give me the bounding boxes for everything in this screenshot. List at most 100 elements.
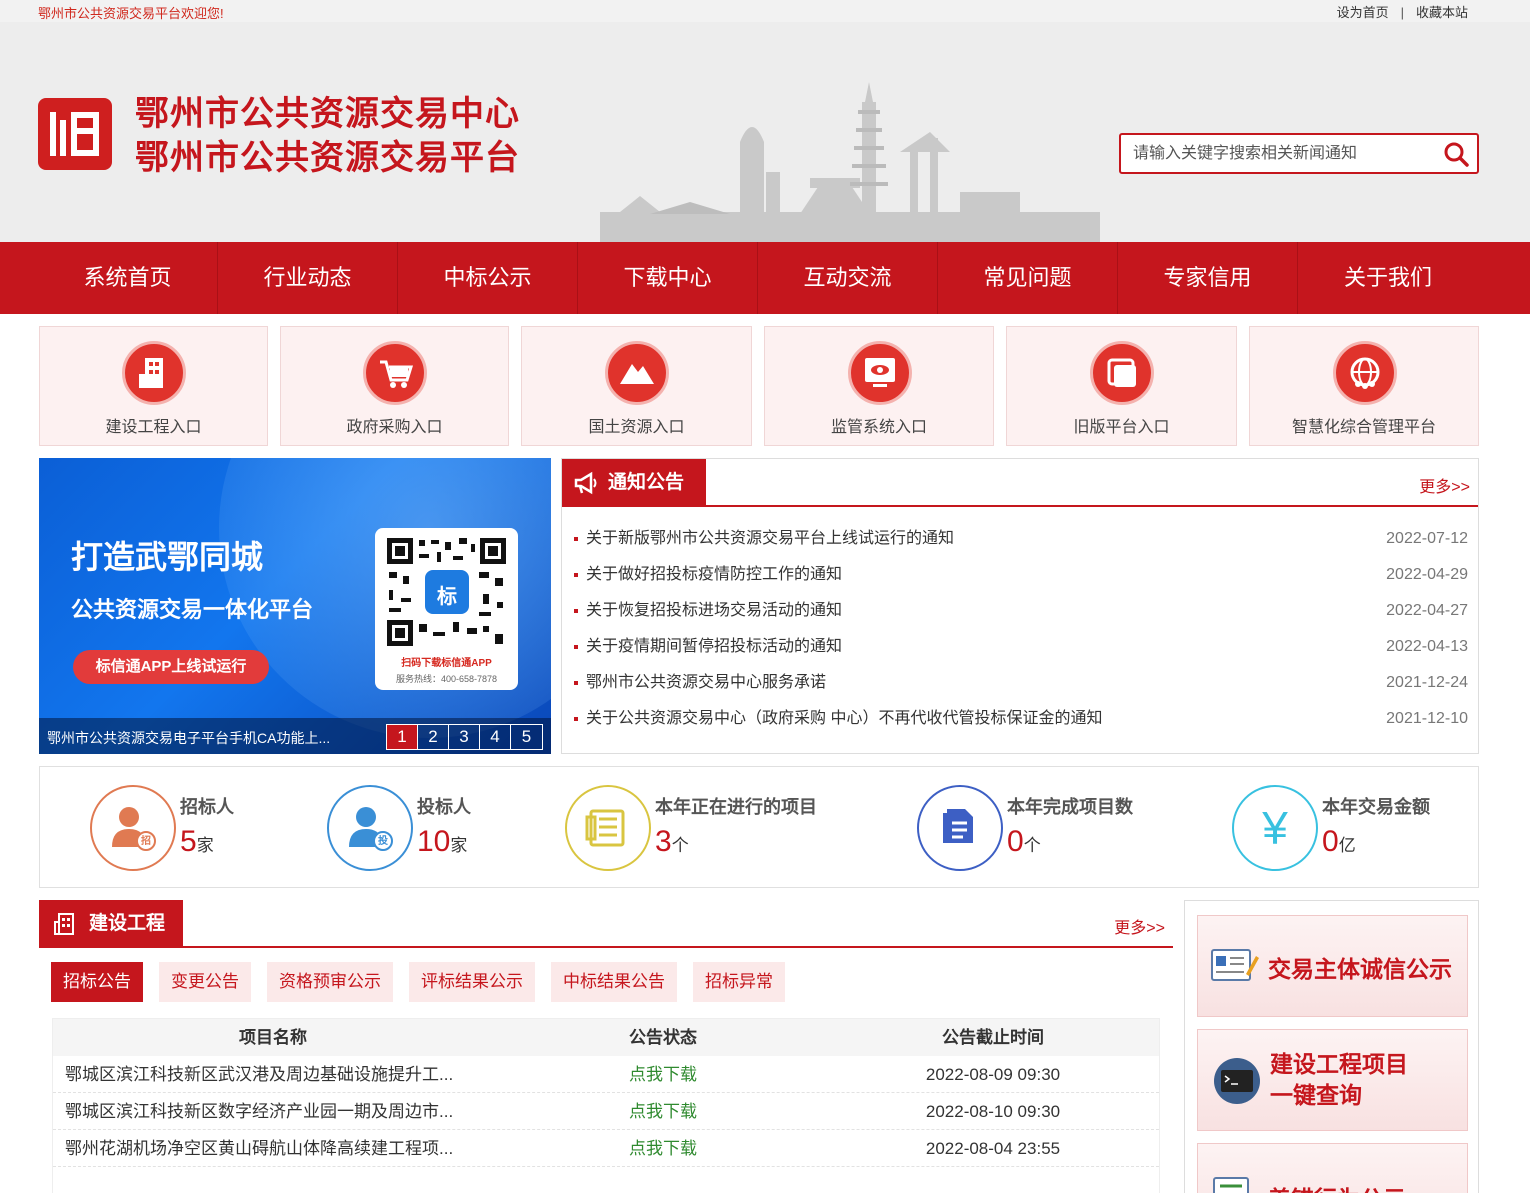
notice-item-title[interactable]: 关于做好招投标疫情防控工作的通知 bbox=[586, 566, 842, 583]
list-item[interactable]: 关于公共资源交易中心（政府采购 中心）不再代收代管投标保证金的通知 2021-12… bbox=[572, 701, 1468, 737]
banner-subline: 公共资源交易一体化平台 bbox=[71, 598, 314, 623]
nav-item-about[interactable]: 关于我们 bbox=[1298, 242, 1478, 314]
side-credit-publicity[interactable]: 交易主体诚信公示 bbox=[1197, 915, 1468, 1017]
entry-label: 智慧化综合管理平台 bbox=[1291, 419, 1436, 436]
stat-number: 0 bbox=[1322, 825, 1339, 858]
download-link[interactable]: 点我下载 bbox=[573, 1093, 753, 1130]
construction-title: 建设工程 bbox=[89, 913, 166, 934]
nav-item-faq[interactable]: 常见问题 bbox=[938, 242, 1118, 314]
entry-label: 监管系统入口 bbox=[830, 419, 927, 436]
notice-panel: 通知公告 更多>> 关于新版鄂州市公共资源交易平台上线试运行的通知 2022-07… bbox=[561, 458, 1479, 754]
list-item[interactable]: 关于疫情期间暂停招投标活动的通知 2022-04-13 bbox=[572, 629, 1468, 665]
entry-procurement[interactable]: 政府采购入口 bbox=[280, 326, 509, 446]
download-link[interactable]: 点我下载 bbox=[573, 1130, 753, 1167]
column-header: 项目名称 bbox=[239, 1028, 307, 1047]
notice-item-title[interactable]: 关于新版鄂州市公共资源交易平台上线试运行的通知 bbox=[586, 530, 954, 547]
site-header: 鄂州市公共资源交易中心 鄂州市公共资源交易平台 bbox=[0, 22, 1530, 242]
construction-more-link[interactable]: 更多>> bbox=[1114, 914, 1165, 938]
stat-title: 本年正在进行的项目 bbox=[655, 797, 817, 817]
construction-header: 建设工程 更多>> bbox=[39, 900, 1173, 948]
document-icon bbox=[565, 785, 651, 871]
entry-supervision[interactable]: 监管系统入口 bbox=[764, 326, 994, 446]
entry-label: 国土资源入口 bbox=[588, 419, 685, 436]
download-link[interactable]: 点我下载 bbox=[573, 1056, 753, 1093]
notice-item-title[interactable]: 鄂州市公共资源交易中心服务承诺 bbox=[586, 674, 826, 691]
construction-tab[interactable]: 建设工程 bbox=[39, 900, 183, 948]
column-header: 公告截止时间 bbox=[942, 1028, 1044, 1047]
qr-phone: 服务热线：400-658-7878 bbox=[395, 674, 498, 684]
banner-page-5[interactable]: 5 bbox=[511, 725, 542, 749]
search-icon[interactable] bbox=[1443, 141, 1469, 167]
notice-more-link[interactable]: 更多>> bbox=[1419, 473, 1470, 497]
top-bar: 鄂州市公共资源交易平台欢迎您! 设为首页 | 收藏本站 bbox=[0, 0, 1530, 22]
side-misconduct-publicity[interactable]: 盖错行为公示 bbox=[1197, 1143, 1468, 1193]
banner-page-2[interactable]: 2 bbox=[418, 725, 449, 749]
stat-number: 0 bbox=[1007, 825, 1024, 858]
side-misconduct-label: 盖错行为公示 bbox=[1268, 1180, 1406, 1193]
entry-construction[interactable]: 建设工程入口 bbox=[39, 326, 268, 446]
banner-carousel[interactable]: 打造武鄂同城 公共资源交易一体化平台 标信通APP上线试运行 标 扫码下载标信通… bbox=[39, 458, 551, 754]
notice-tab[interactable]: 通知公告 bbox=[562, 459, 706, 507]
nav-item-expert-credit[interactable]: 专家信用 bbox=[1118, 242, 1298, 314]
banner-pill-button[interactable]: 标信通APP上线试运行 bbox=[73, 650, 269, 684]
subtab-prequalification[interactable]: 资格预审公示 bbox=[267, 962, 393, 1002]
banner-page-1[interactable]: 1 bbox=[387, 725, 418, 749]
deadline: 2022-08-09 09:30 bbox=[925, 1065, 1061, 1084]
subtab-award-result[interactable]: 中标结果公告 bbox=[551, 962, 677, 1002]
main-nav: 系统首页 行业动态 中标公示 下载中心 互动交流 常见问题 专家信用 关于我们 bbox=[0, 242, 1530, 314]
project-name-link[interactable]: 鄂州花湖机场净空区黄山碍航山体降高续建工程项... bbox=[65, 1130, 485, 1167]
site-logo-icon[interactable] bbox=[38, 98, 112, 170]
side-project-query[interactable]: 建设工程项目 一键查询 bbox=[1197, 1029, 1468, 1131]
notice-item-title[interactable]: 关于公共资源交易中心（政府采购 中心）不再代收代管投标保证金的通知 bbox=[586, 710, 1102, 727]
stat-number: 10 bbox=[417, 825, 451, 858]
banner-page-3[interactable]: 3 bbox=[449, 725, 480, 749]
stat-unit: 家 bbox=[196, 836, 214, 855]
nav-item-industry-news[interactable]: 行业动态 bbox=[218, 242, 398, 314]
search-input[interactable] bbox=[1133, 143, 1423, 165]
entry-smart-management[interactable]: 智慧化综合管理平台 bbox=[1249, 326, 1479, 446]
banner-page-4[interactable]: 4 bbox=[480, 725, 511, 749]
subtab-tender-notice[interactable]: 招标公告 bbox=[51, 962, 143, 1002]
set-home-link[interactable]: 设为首页 bbox=[1337, 5, 1389, 20]
deadline: 2022-08-10 09:30 bbox=[925, 1102, 1061, 1121]
stat-unit: 个 bbox=[671, 836, 689, 855]
stat-unit: 个 bbox=[1023, 836, 1041, 855]
qr-logo-char: 标 bbox=[437, 586, 457, 608]
stat-value: 0亿 bbox=[1322, 825, 1356, 859]
stat-title: 招标人 bbox=[180, 797, 234, 817]
tenderer-badge: 招 bbox=[141, 836, 151, 847]
nav-item-download[interactable]: 下载中心 bbox=[578, 242, 758, 314]
notice-item-title[interactable]: 关于恢复招投标进场交易活动的通知 bbox=[586, 602, 842, 619]
notice-item-title[interactable]: 关于疫情期间暂停招投标活动的通知 bbox=[586, 638, 842, 655]
subtab-change-notice[interactable]: 变更公告 bbox=[159, 962, 251, 1002]
entry-label: 政府采购入口 bbox=[346, 419, 443, 436]
subtab-evaluation-result[interactable]: 评标结果公示 bbox=[409, 962, 535, 1002]
yen-symbol: ¥ bbox=[1262, 802, 1288, 854]
nav-item-award-notice[interactable]: 中标公示 bbox=[398, 242, 578, 314]
bidder-badge: 投 bbox=[378, 836, 388, 847]
list-item[interactable]: 关于做好招投标疫情防控工作的通知 2022-04-29 bbox=[572, 557, 1468, 593]
top-links: 设为首页 | 收藏本站 bbox=[1337, 2, 1468, 21]
nav-item-home[interactable]: 系统首页 bbox=[38, 242, 218, 314]
banner-caption[interactable]: 鄂州市公共资源交易电子平台手机CA功能上... bbox=[47, 728, 330, 748]
deadline: 2022-08-04 23:55 bbox=[925, 1139, 1061, 1158]
stat-number: 5 bbox=[180, 825, 197, 858]
table-row-empty bbox=[53, 1167, 1159, 1193]
project-name-link[interactable]: 鄂城区滨江科技新区武汉港及周边基础设施提升工... bbox=[65, 1056, 485, 1093]
stat-title: 本年完成项目数 bbox=[1007, 797, 1133, 817]
subtab-tender-abnormal[interactable]: 招标异常 bbox=[693, 962, 785, 1002]
entry-land-resources[interactable]: 国土资源入口 bbox=[521, 326, 752, 446]
building-icon bbox=[122, 341, 186, 405]
tenderer-icon: 招 bbox=[90, 785, 176, 871]
bookmark-link[interactable]: 收藏本站 bbox=[1416, 5, 1468, 20]
list-item[interactable]: 关于新版鄂州市公共资源交易平台上线试运行的通知 2022-07-12 bbox=[572, 521, 1468, 557]
building-icon bbox=[54, 913, 74, 935]
project-name-link[interactable]: 鄂城区滨江科技新区数字经济产业园一期及周边市... bbox=[65, 1093, 485, 1130]
nav-item-interaction[interactable]: 互动交流 bbox=[758, 242, 938, 314]
construction-subtabs: 招标公告 变更公告 资格预审公示 评标结果公示 中标结果公告 招标异常 bbox=[51, 962, 801, 1002]
search-box[interactable] bbox=[1119, 133, 1479, 174]
list-item[interactable]: 鄂州市公共资源交易中心服务承诺 2021-12-24 bbox=[572, 665, 1468, 701]
list-item[interactable]: 关于恢复招投标进场交易活动的通知 2022-04-27 bbox=[572, 593, 1468, 629]
banner-caption-bar: 鄂州市公共资源交易电子平台手机CA功能上... 1 2 3 4 5 bbox=[39, 718, 551, 754]
entry-old-platform[interactable]: 旧版平台入口 bbox=[1006, 326, 1237, 446]
